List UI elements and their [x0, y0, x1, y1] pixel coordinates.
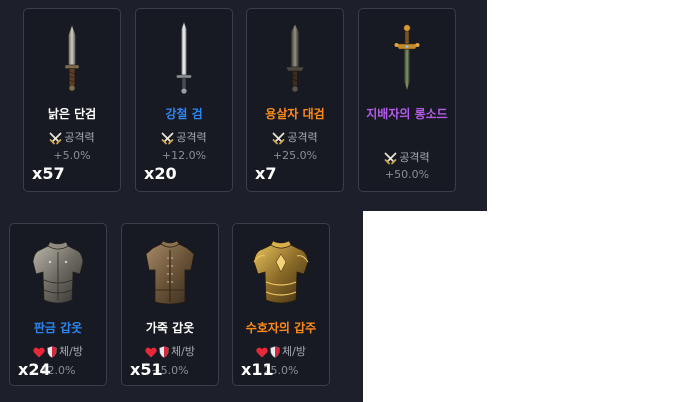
item-name: 낡은 단검	[47, 107, 97, 121]
item-card-plate-armor[interactable]: 판금 갑옷 체/방 12.0% x24	[9, 223, 107, 386]
item-stat-label: 체/방	[171, 345, 195, 358]
item-stat-value: +50.0%	[384, 168, 430, 181]
leather-armor-icon	[122, 240, 218, 306]
heart-icon	[256, 347, 268, 358]
item-name: 판금 갑옷	[33, 321, 83, 335]
armor-inventory-panel: 판금 갑옷 체/방 12.0% x24 가죽 갑옷 체/방 +5.0% x51 …	[0, 211, 363, 402]
item-count: x20	[144, 164, 177, 183]
greatsword-icon	[247, 23, 343, 93]
weapon-inventory-panel: 낡은 단검 공격력 +5.0% x57 강철 검 공격력 +12.0% x20 …	[0, 0, 487, 211]
item-stat-value: +5.0%	[53, 149, 91, 162]
crossed-swords-icon	[161, 132, 174, 145]
crossed-swords-icon	[384, 152, 397, 165]
item-count: x57	[32, 164, 65, 183]
item-stat: 공격력	[24, 131, 120, 145]
item-stat: 체/방	[10, 345, 106, 359]
plate-armor-icon	[10, 240, 106, 306]
heart-icon	[33, 347, 45, 358]
item-count: x24	[18, 360, 51, 379]
longsword-icon	[359, 23, 455, 93]
heart-icon	[145, 347, 157, 358]
item-name: 강철 검	[165, 107, 203, 121]
item-count: x11	[241, 360, 274, 379]
item-card-dragonslayer-greatsword[interactable]: 용살자 대검 공격력 +25.0% x7	[246, 8, 344, 192]
item-count: x51	[130, 360, 163, 379]
item-name: 지배자의 롱소드	[366, 107, 448, 121]
item-stat: 공격력	[136, 131, 232, 145]
item-stat-label: 공격력	[287, 131, 318, 144]
shield-icon	[47, 346, 57, 358]
sword-icon	[136, 21, 232, 95]
item-card-guardian-armor[interactable]: 수호자의 갑주 체/방 25.0% x11	[232, 223, 330, 386]
item-count: x7	[255, 164, 277, 183]
item-card-leather-armor[interactable]: 가죽 갑옷 체/방 +5.0% x51	[121, 223, 219, 386]
shield-icon	[159, 346, 169, 358]
item-card-ruler-longsword[interactable]: 지배자의 롱소드 공격력 +50.0%	[358, 8, 456, 192]
item-stat: 체/방	[233, 345, 329, 359]
crossed-swords-icon	[49, 132, 62, 145]
item-stat-label: 공격력	[176, 131, 207, 144]
item-card-old-dagger[interactable]: 낡은 단검 공격력 +5.0% x57	[23, 8, 121, 192]
dagger-icon	[24, 23, 120, 93]
guardian-armor-icon	[233, 240, 329, 306]
item-card-steel-sword[interactable]: 강철 검 공격력 +12.0% x20	[135, 8, 233, 192]
item-name: 수호자의 갑주	[245, 321, 317, 335]
shield-icon	[270, 346, 280, 358]
item-stat: 공격력	[359, 151, 455, 165]
item-name: 가죽 갑옷	[145, 321, 195, 335]
item-stat: 체/방	[122, 345, 218, 359]
item-stat: 공격력	[247, 131, 343, 145]
item-stat-label: 체/방	[282, 345, 306, 358]
item-stat-value: +25.0%	[272, 149, 318, 162]
crossed-swords-icon	[272, 132, 285, 145]
item-stat-label: 공격력	[64, 131, 95, 144]
item-stat-label: 체/방	[59, 345, 83, 358]
item-stat-label: 공격력	[399, 151, 430, 164]
item-name: 용살자 대검	[265, 107, 325, 121]
item-stat-value: +12.0%	[161, 149, 207, 162]
